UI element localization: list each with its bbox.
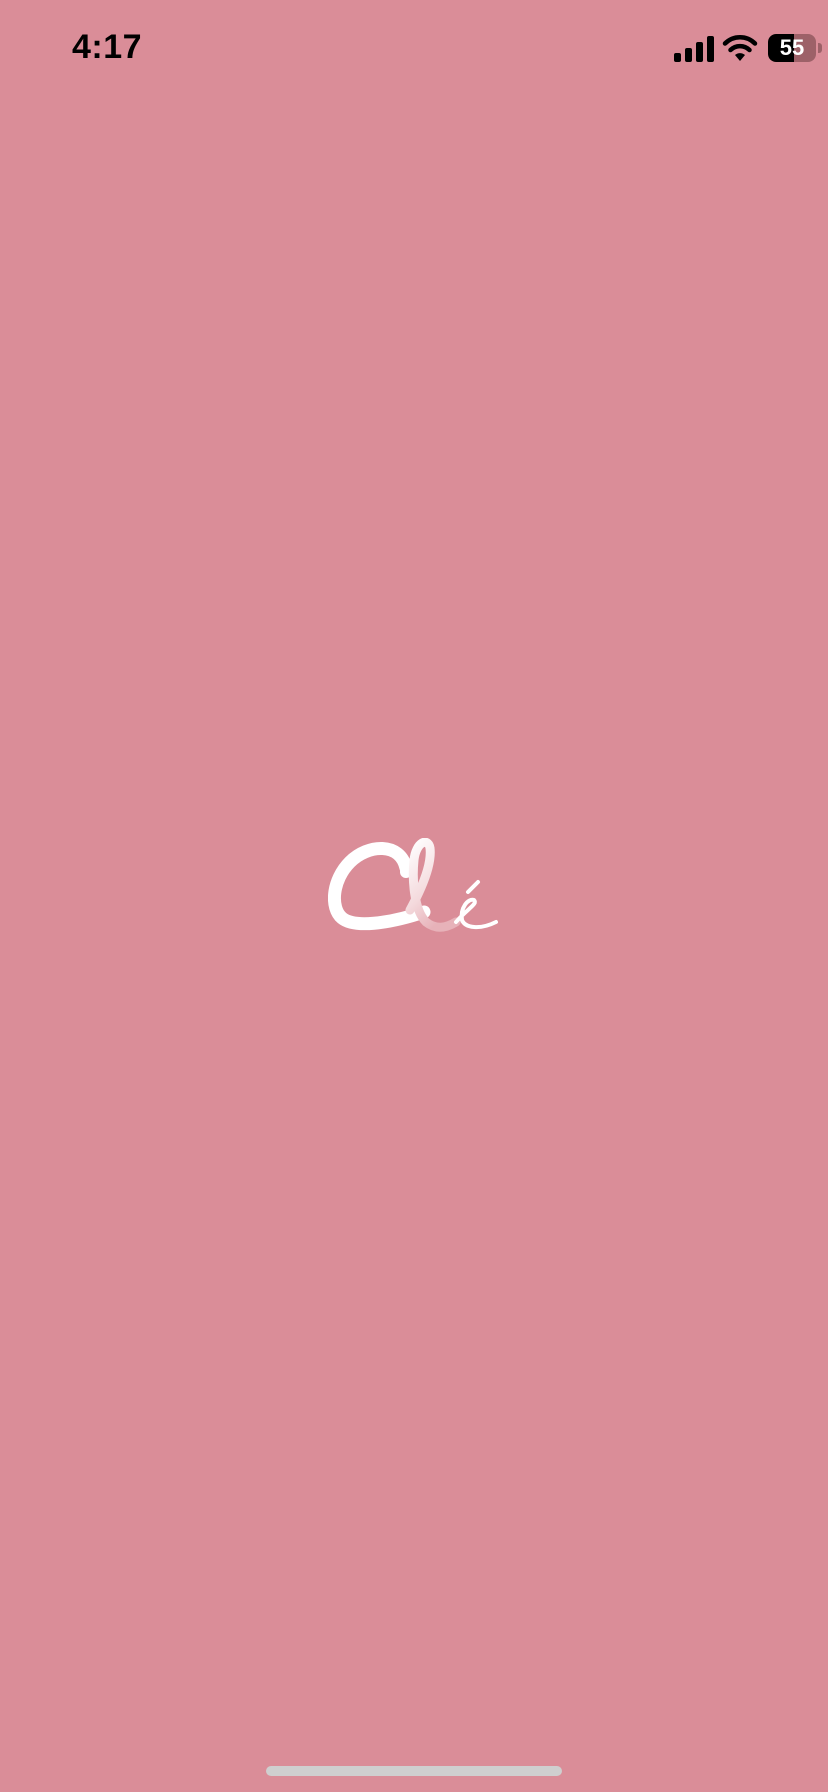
home-indicator[interactable] xyxy=(266,1766,562,1776)
wifi-icon xyxy=(722,35,758,61)
cle-logo xyxy=(328,838,498,932)
cellular-signal-icon xyxy=(674,36,714,62)
status-bar: 4:17 55 xyxy=(0,0,828,100)
status-time: 4:17 xyxy=(72,28,143,66)
battery-percentage: 55 xyxy=(779,35,805,60)
battery-icon: 55 xyxy=(768,34,822,62)
